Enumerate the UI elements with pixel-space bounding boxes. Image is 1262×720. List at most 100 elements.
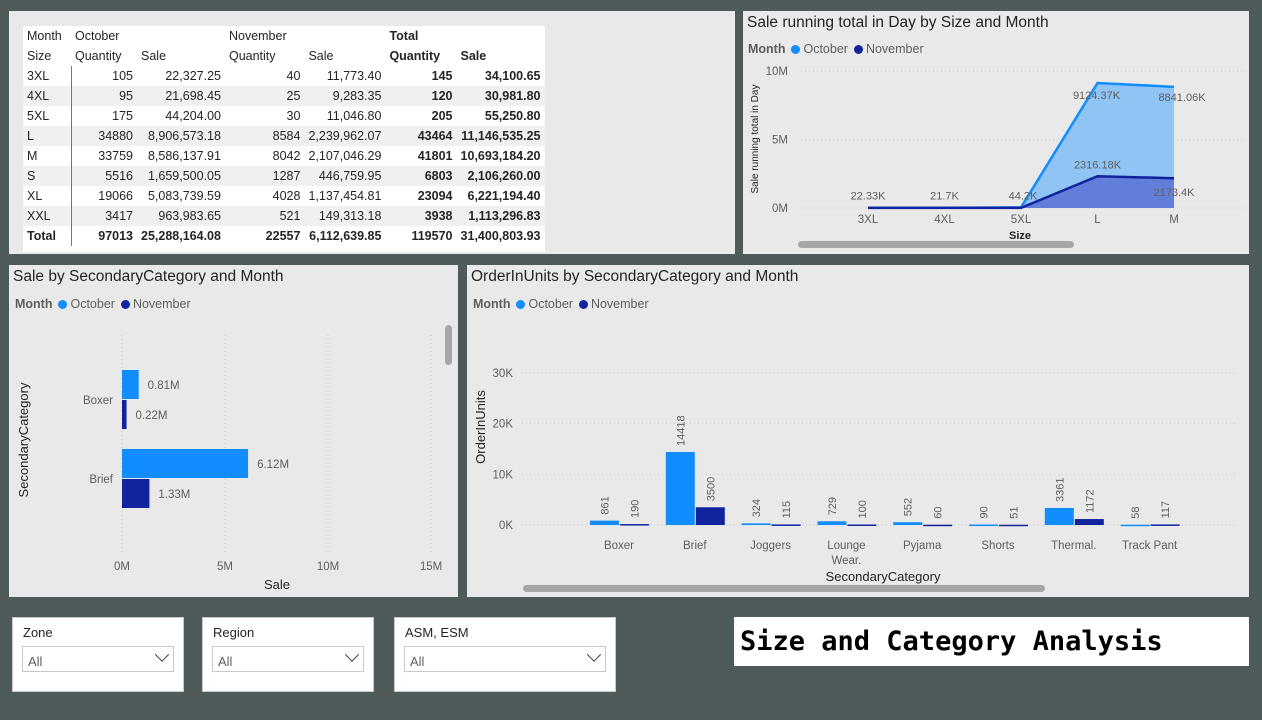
matrix-cell: 44,204.00 bbox=[165, 109, 221, 123]
slicer-title: Zone bbox=[23, 625, 53, 640]
region-dropdown[interactable]: All bbox=[212, 646, 364, 672]
matrix-cell: 11,046.80 bbox=[326, 109, 382, 123]
data-label: 6.12M bbox=[257, 459, 289, 471]
category-label: Lounge bbox=[827, 540, 865, 552]
matrix-cell: 22557 bbox=[265, 229, 301, 243]
data-label: 2316.18K bbox=[1074, 159, 1122, 171]
matrix-header-cell[interactable]: Quantity bbox=[385, 46, 456, 66]
matrix-total-row: Total 97013 25,288,164.08 22557 6,112,63… bbox=[23, 226, 545, 246]
size-month-matrix: Month October November Total Size Quanti… bbox=[23, 26, 545, 252]
sale-by-category-chart: 0M 5M 10M 15M Sale SecondaryCategory Boxer 0.81… bbox=[16, 325, 452, 592]
y-axis-title: OrderInUnits bbox=[473, 390, 488, 464]
matrix-cell: 3417 bbox=[71, 206, 138, 226]
slicer-title: Region bbox=[213, 625, 255, 640]
matrix-row[interactable]: XXL 3417 963,983.65 521 149,313.18 3938 1,113,… bbox=[23, 206, 545, 226]
matrix-cell: 30,981.80 bbox=[456, 86, 545, 106]
x-tick-label: 5XL bbox=[1011, 214, 1032, 226]
data-label: 729 bbox=[827, 497, 839, 515]
matrix-header-cell[interactable]: October bbox=[71, 26, 137, 46]
matrix-row[interactable]: M 33759 8,586,137.91 8042 2,107,046.29 41801 1… bbox=[23, 146, 545, 166]
data-label: 51 bbox=[1009, 506, 1021, 518]
dropdown-value: All bbox=[410, 654, 425, 669]
x-tick-label: 5M bbox=[217, 561, 233, 573]
data-label: 14418 bbox=[675, 415, 687, 446]
data-label: 115 bbox=[781, 501, 793, 519]
matrix-header-cell[interactable]: Sale bbox=[304, 46, 385, 66]
bar-november bbox=[695, 507, 725, 525]
category-label: Joggers bbox=[750, 540, 791, 552]
zone-slicer: Zone All bbox=[12, 617, 184, 692]
matrix-cell: 4028 bbox=[272, 189, 301, 203]
bar-november bbox=[620, 524, 649, 526]
y-tick-label: 0K bbox=[499, 520, 513, 532]
matrix-cell: 55,250.80 bbox=[484, 109, 541, 123]
matrix-cell: 21,698.45 bbox=[137, 86, 225, 106]
category-label: Brief bbox=[89, 474, 113, 486]
matrix-header-cell[interactable]: Total bbox=[385, 26, 456, 46]
y-tick-label: 30K bbox=[493, 368, 514, 380]
data-label: 0.22M bbox=[136, 410, 168, 422]
bar-october bbox=[893, 522, 923, 525]
matrix-header-cell bbox=[304, 26, 385, 46]
bar-november bbox=[1074, 519, 1104, 525]
matrix-cell: 5,083,739.59 bbox=[147, 189, 221, 203]
matrix-cell: 8584 bbox=[224, 126, 305, 146]
matrix-row[interactable]: 5XL 175 44,204.00 30 11,046.80 205 55,250.80 bbox=[23, 106, 545, 126]
matrix-cell: 41801 bbox=[417, 149, 453, 163]
matrix-header-cell[interactable]: Quantity bbox=[71, 46, 137, 66]
asm-esm-dropdown[interactable]: All bbox=[404, 646, 606, 672]
data-label: 100 bbox=[857, 500, 869, 518]
matrix-cell: 1287 bbox=[224, 166, 305, 186]
matrix-cell: 31,400,803.93 bbox=[460, 229, 541, 243]
x-tick-label: 10M bbox=[317, 561, 339, 573]
matrix-row[interactable]: XL 19066 5,083,739.59 4028 1,137,454.81 23094… bbox=[23, 186, 545, 206]
matrix-header-cell[interactable]: Size bbox=[23, 46, 71, 66]
horizontal-scrollbar[interactable] bbox=[523, 585, 1045, 592]
bar-october bbox=[122, 449, 249, 478]
chevron-down-icon bbox=[344, 647, 360, 662]
matrix-cell: 6803 bbox=[385, 166, 457, 186]
bar-october bbox=[590, 520, 619, 525]
bar-october bbox=[741, 523, 771, 525]
y-axis-title: SecondaryCategory bbox=[16, 382, 31, 497]
bar-october bbox=[122, 370, 139, 399]
matrix-cell: 34,100.65 bbox=[484, 69, 541, 83]
bar-october bbox=[1120, 524, 1150, 527]
dropdown-value: All bbox=[218, 654, 233, 669]
orders-by-category-chart: 30K 20K 10K 0K OrderInUnits SecondaryCategory… bbox=[473, 368, 1237, 592]
bar-november bbox=[122, 400, 127, 429]
asm-esm-slicer: ASM, ESM All bbox=[394, 617, 616, 692]
y-tick-label: 20K bbox=[493, 419, 514, 431]
orders-by-category-panel: OrderInUnits by SecondaryCategory and Mo… bbox=[467, 265, 1249, 597]
category-label: Boxer bbox=[83, 395, 113, 407]
matrix-header-cell bbox=[457, 26, 545, 46]
matrix-row[interactable]: L 34880 8,906,573.18 8584 2,239,962.07 43464 1… bbox=[23, 126, 545, 146]
bar-november bbox=[999, 524, 1028, 527]
matrix-cell: 5XL bbox=[23, 106, 72, 126]
bar-october bbox=[969, 524, 998, 527]
matrix-header-cell[interactable]: Sale bbox=[457, 46, 545, 66]
matrix-cell: S bbox=[23, 166, 72, 186]
category-label: Wear. bbox=[831, 555, 861, 567]
horizontal-scrollbar[interactable] bbox=[798, 241, 1074, 248]
matrix-header-cell[interactable]: November bbox=[225, 26, 304, 46]
vertical-scrollbar[interactable] bbox=[445, 325, 452, 365]
matrix-cell: 9,283.35 bbox=[304, 86, 386, 106]
zone-dropdown[interactable]: All bbox=[22, 646, 174, 672]
matrix-cell: 97013 bbox=[98, 229, 134, 243]
matrix-row[interactable]: 3XL 105 22,327.25 40 11,773.40 145 34,100.65 bbox=[23, 66, 545, 86]
matrix-row[interactable]: 4XL 95 21,698.45 25 9,283.35 120 30,981.80 bbox=[23, 86, 545, 106]
matrix-cell: 19066 bbox=[98, 189, 134, 203]
matrix-header-cell[interactable]: Sale bbox=[137, 46, 225, 66]
matrix-cell: 2,239,962.07 bbox=[304, 126, 386, 146]
matrix-cell: 521 bbox=[224, 206, 305, 226]
data-label: 861 bbox=[600, 496, 612, 514]
y-axis-title: Sale running total in Day bbox=[750, 85, 761, 194]
matrix-cell: 3938 bbox=[385, 206, 457, 226]
matrix-cell: 3XL bbox=[23, 66, 72, 86]
category-label: Pyjama bbox=[903, 540, 942, 552]
matrix-row[interactable]: S 5516 1,659,500.05 1287 446,759.95 6803 2,106… bbox=[23, 166, 545, 186]
bar-november bbox=[923, 524, 953, 527]
matrix-header-cell[interactable]: Quantity bbox=[225, 46, 304, 66]
x-tick-label: M bbox=[1169, 214, 1179, 226]
